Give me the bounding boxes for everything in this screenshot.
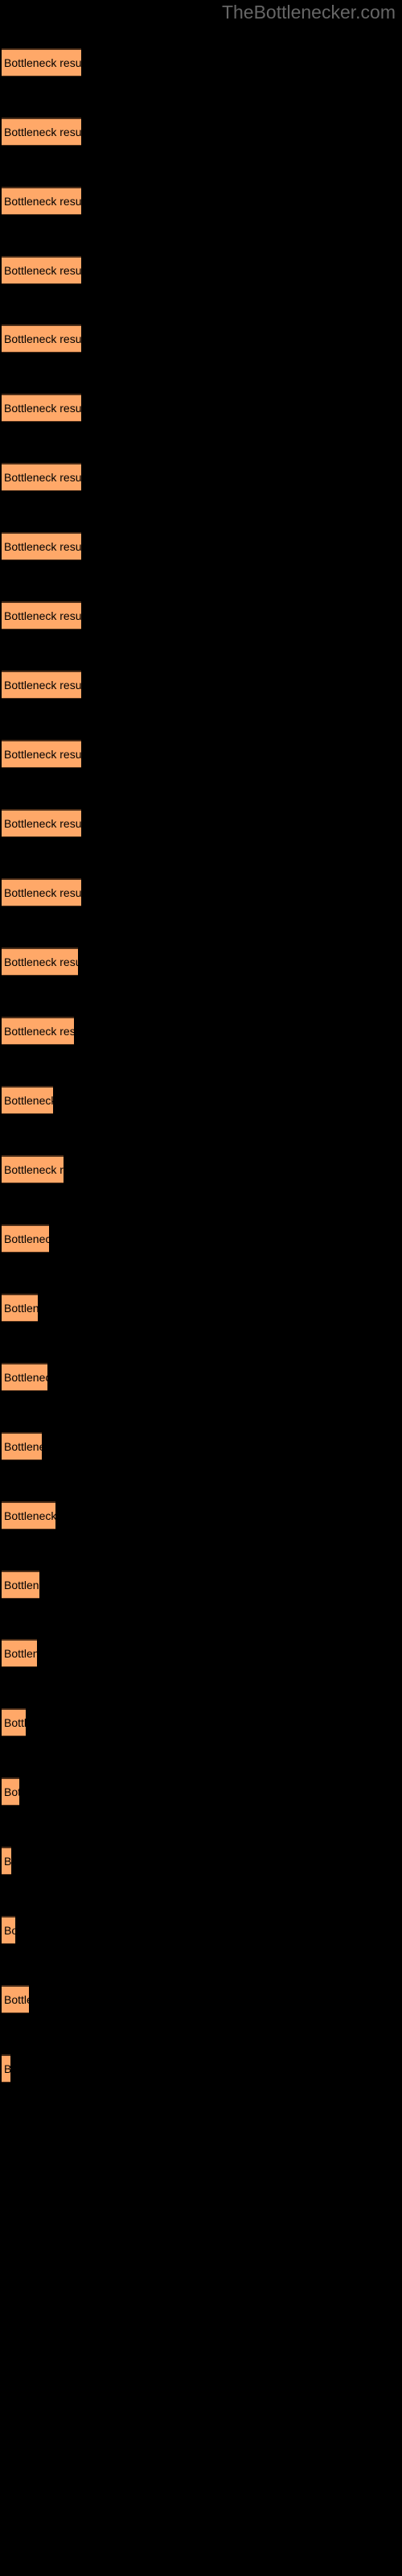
bar-label: Bottleneck result xyxy=(4,402,81,415)
bar-label: Bottleneck result xyxy=(4,956,78,968)
bar-label: Bottleneck result xyxy=(4,1785,19,1798)
bottleneck-result-bar[interactable]: Bottleneck result xyxy=(2,394,81,422)
bar-label: Bottleneck result xyxy=(4,1371,47,1384)
bar-label: Bottleneck result xyxy=(4,1025,74,1038)
bar-label: Bottleneck result xyxy=(4,1440,42,1453)
bottleneck-result-bar[interactable]: Bottleneck result xyxy=(2,601,81,630)
bar-label: Bottleneck result xyxy=(4,332,81,345)
bottleneck-result-bar[interactable]: Bottleneck result xyxy=(2,809,81,837)
bottleneck-result-bar[interactable]: Bottleneck result xyxy=(2,1777,19,1806)
bar-label: Bottleneck result xyxy=(4,195,81,208)
bar-label: Bottleneck result xyxy=(4,1579,39,1591)
bottleneck-result-bar[interactable]: Bottleneck result xyxy=(2,1847,11,1875)
bottleneck-result-bar[interactable]: Bottleneck result xyxy=(2,878,81,906)
bottleneck-result-bar[interactable]: Bottleneck result xyxy=(2,1985,29,2013)
bottleneck-result-bar[interactable]: Bottleneck result xyxy=(2,1224,49,1253)
bar-label: Bottleneck result xyxy=(4,1302,38,1315)
bar-label: Bottleneck result xyxy=(4,748,81,761)
bar-label: Bottleneck result xyxy=(4,679,81,691)
bar-label: Bottleneck result xyxy=(4,609,81,622)
bottleneck-result-bar[interactable]: Bottleneck result xyxy=(2,740,81,768)
bar-label: Bottleneck result xyxy=(4,886,81,899)
bar-label: Bottleneck result xyxy=(4,1647,37,1660)
bottleneck-result-bar[interactable]: Bottleneck result xyxy=(2,532,81,560)
bottleneck-result-bar[interactable]: Bottleneck result xyxy=(2,1639,37,1667)
bar-label: Bottleneck result xyxy=(4,126,81,138)
bar-label: Bottleneck result xyxy=(4,540,81,553)
bottleneck-result-bar[interactable]: Bottleneck result xyxy=(2,1017,74,1045)
bar-label: Bottleneck result xyxy=(4,1232,49,1245)
bottleneck-result-bar[interactable]: Bottleneck result xyxy=(2,1432,42,1460)
bar-label: Bottleneck result xyxy=(4,1993,29,2006)
bottleneck-result-bar[interactable]: Bottleneck result xyxy=(2,1571,39,1599)
bottleneck-result-bar[interactable]: Bottleneck result xyxy=(2,1501,55,1530)
bottleneck-result-bar[interactable]: Bottleneck result xyxy=(2,671,81,699)
bottleneck-result-bar[interactable]: Bottleneck result xyxy=(2,187,81,215)
bottleneck-result-bar[interactable]: Bottleneck result xyxy=(2,118,81,146)
bottleneck-result-bar[interactable]: Bottleneck result xyxy=(2,1294,38,1322)
bar-label: Bottleneck result xyxy=(4,1094,53,1107)
bottleneck-result-bar[interactable]: Bottleneck result xyxy=(2,48,81,76)
bottleneck-result-bar[interactable]: Bottleneck result xyxy=(2,1708,26,1736)
bar-label: Bottleneck result xyxy=(4,471,81,484)
bottleneck-result-bar[interactable]: Bottleneck result xyxy=(2,256,81,284)
bar-label: Bottleneck result xyxy=(4,1509,55,1522)
bar-label: Bottleneck result xyxy=(4,2062,10,2075)
bottleneck-result-bar[interactable]: Bottleneck result xyxy=(2,463,81,491)
bar-label: Bottleneck result xyxy=(4,1716,26,1729)
bottleneck-result-bar[interactable]: Bottleneck result xyxy=(2,1155,64,1183)
bar-label: Bottleneck result xyxy=(4,1855,11,1868)
bar-label: Bottleneck result xyxy=(4,264,81,277)
bottleneck-result-bar[interactable]: Bottleneck result xyxy=(2,1086,53,1114)
bottleneck-result-bar[interactable]: Bottleneck result xyxy=(2,2054,10,2083)
bar-label: Bottleneck result xyxy=(4,56,81,69)
bar-label: Bottleneck result xyxy=(4,1924,15,1937)
bottleneck-result-bar[interactable]: Bottleneck result xyxy=(2,947,78,976)
bottleneck-result-bar[interactable]: Bottleneck result xyxy=(2,324,81,353)
bottleneck-result-bar[interactable]: Bottleneck result xyxy=(2,1916,15,1944)
bottleneck-bar-chart: Bottleneck result Bottleneck result Bottle… xyxy=(0,0,402,2576)
bottleneck-result-bar[interactable]: Bottleneck result xyxy=(2,1363,47,1391)
bar-label: Bottleneck result xyxy=(4,1163,64,1176)
bar-label: Bottleneck result xyxy=(4,817,81,830)
